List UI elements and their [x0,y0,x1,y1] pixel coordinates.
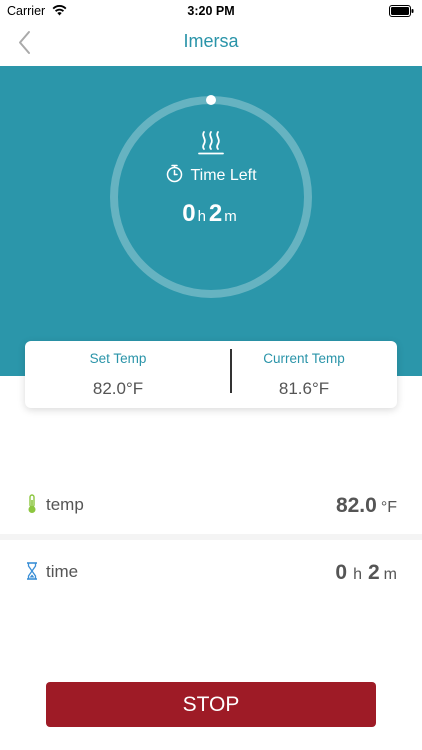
time-setting-value: 0h2m [335,561,397,585]
temp-setting-number: 82.0 [335,494,377,517]
time-setting-label: time [46,562,79,581]
stopwatch-icon [167,164,183,183]
time-setting-minutes: 2 [367,561,380,584]
time-left-heading: Time Left [0,164,422,185]
countdown: 0h2m [0,200,422,228]
set-temp-label: Set Temp [89,351,147,366]
status-bar: Carrier 3:20 PM [0,0,422,22]
hourglass-icon [27,562,37,580]
clock: 3:20 PM [187,4,235,18]
set-temp-value: 82.0°F [92,379,144,398]
current-temp-value: 81.6°F [278,379,330,398]
time-setting-minutes-unit: m [383,566,397,583]
time-left-label: Time Left [190,167,257,184]
set-temp-column: Set Temp 82.0°F [25,341,211,408]
temp-setting-row[interactable]: temp 82.0 °F [0,474,422,534]
time-setting-hours: 0 [335,561,348,584]
page-title: Imersa [183,31,239,51]
temp-setting-unit: °F [380,499,397,516]
row-separator [0,534,422,540]
time-setting-row[interactable]: time 0h2m [0,541,422,601]
countdown-minutes-unit: m [224,208,237,225]
battery-icon [389,5,414,17]
thermometer-icon [28,494,36,513]
countdown-hours-unit: h [197,208,206,225]
current-temp-label: Current Temp [263,351,345,366]
countdown-hours: 0 [182,200,196,227]
progress-dot [206,95,216,105]
temp-setting-label: temp [46,495,84,514]
countdown-minutes: 2 [208,200,223,227]
timer-panel: Time Left 0h2m [0,66,422,376]
stop-button[interactable]: STOP [46,682,376,727]
nav-bar: Imersa [0,22,422,66]
time-setting-hours-unit: h [353,566,362,583]
temperature-card: Set Temp 82.0°F Current Temp 81.6°F [25,341,397,408]
temp-setting-value: 82.0 °F [336,494,397,518]
current-temp-column: Current Temp 81.6°F [211,341,397,408]
heat-waves-icon [198,131,224,155]
